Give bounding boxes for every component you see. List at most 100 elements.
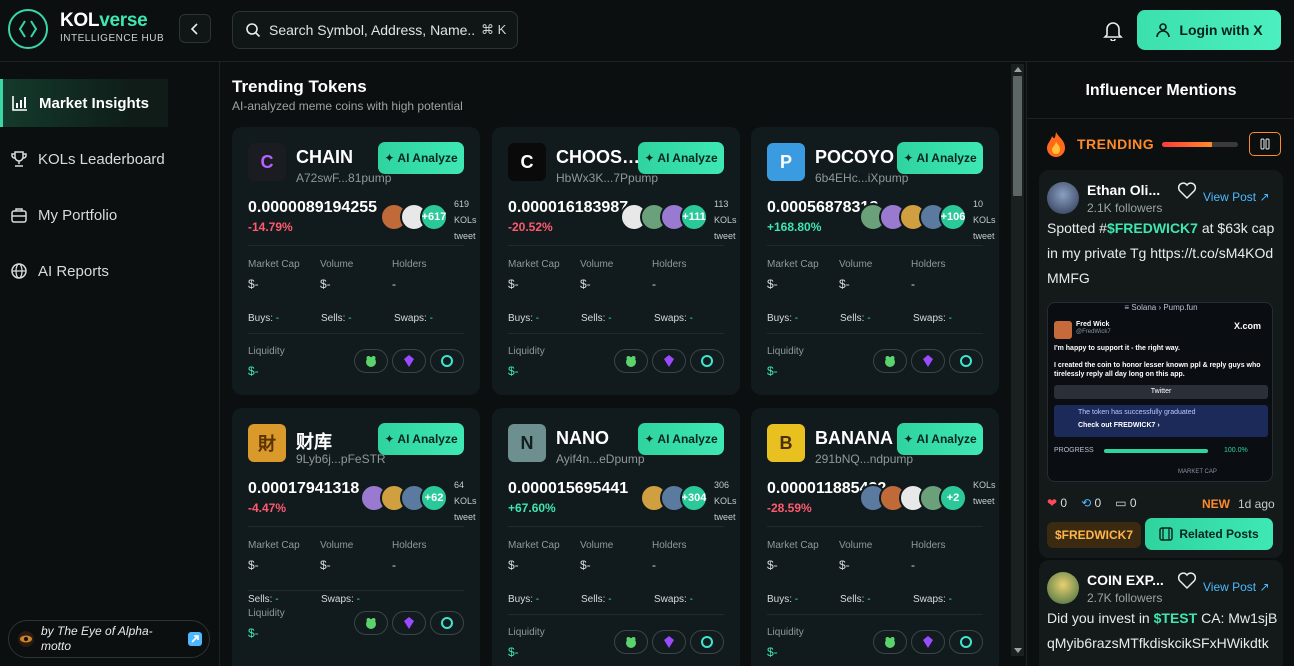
volume-value: $- bbox=[580, 558, 591, 572]
token-price: 0.000015695441 bbox=[508, 480, 629, 497]
more-kols-badge[interactable]: +111 bbox=[680, 203, 708, 231]
author-name[interactable]: COIN EXP... bbox=[1087, 572, 1177, 588]
frog-icon[interactable] bbox=[354, 349, 388, 373]
main-scrollbar[interactable] bbox=[1011, 64, 1024, 656]
frog-icon[interactable] bbox=[873, 349, 907, 373]
retweets[interactable]: ⟲ 0 bbox=[1081, 496, 1101, 510]
kol-avatars[interactable]: +2 bbox=[859, 484, 967, 512]
search-input[interactable]: Search Symbol, Address, Name... ⌘ K bbox=[232, 11, 518, 49]
token-name[interactable]: BANANA bbox=[815, 428, 901, 449]
token-card[interactable]: P POCOYO 6b4EHc...iXpump ✦ AI Analyze 0.00056… bbox=[751, 127, 999, 395]
q-logo-icon[interactable] bbox=[949, 630, 983, 654]
scroll-up-arrow-icon[interactable] bbox=[1014, 67, 1022, 72]
scroll-down-arrow-icon[interactable] bbox=[1014, 648, 1022, 653]
liquidity-value: $- bbox=[767, 364, 778, 378]
view-post-link[interactable]: View Post ↗ bbox=[1203, 190, 1270, 204]
heart-icon[interactable] bbox=[1177, 572, 1197, 595]
kol-avatars[interactable]: +106 bbox=[859, 203, 967, 231]
gem-icon[interactable] bbox=[652, 349, 686, 373]
frog-icon[interactable] bbox=[614, 349, 648, 373]
sidebar-item-my-portfolio[interactable]: My Portfolio bbox=[0, 191, 220, 239]
card-divider bbox=[767, 245, 983, 246]
avatar[interactable] bbox=[1047, 182, 1079, 214]
bell-icon[interactable] bbox=[1102, 19, 1124, 46]
token-card[interactable]: C CHOOSE... HbWx3K...7Ppump ✦ AI Analyze 0.00… bbox=[492, 127, 740, 395]
view-post-link[interactable]: View Post ↗ bbox=[1203, 580, 1270, 594]
sidebar-item-ai-reports[interactable]: AI Reports bbox=[0, 247, 220, 295]
gem-icon[interactable] bbox=[392, 349, 426, 373]
volume-label: Volume bbox=[839, 259, 873, 270]
collapse-sidebar-button[interactable] bbox=[179, 14, 211, 43]
avatar[interactable] bbox=[1047, 572, 1079, 604]
login-button[interactable]: Login with X bbox=[1137, 10, 1281, 50]
kol-avatars[interactable]: +617 bbox=[380, 203, 448, 231]
frog-icon[interactable] bbox=[354, 611, 388, 635]
token-name[interactable]: 财库 bbox=[296, 428, 382, 454]
search-shortcut: ⌘ K bbox=[481, 22, 507, 37]
price-change: -4.47% bbox=[248, 501, 287, 515]
ai-analyze-button[interactable]: ✦ AI Analyze bbox=[638, 423, 724, 455]
gem-icon[interactable] bbox=[911, 349, 945, 373]
more-kols-badge[interactable]: +62 bbox=[420, 484, 448, 512]
image-progress-bar bbox=[1104, 449, 1208, 453]
gem-icon[interactable] bbox=[652, 630, 686, 654]
more-kols-badge[interactable]: +106 bbox=[939, 203, 967, 231]
kol-avatars[interactable]: +111 bbox=[620, 203, 708, 231]
ai-analyze-button[interactable]: ✦ AI Analyze bbox=[897, 423, 983, 455]
sidebar-item-kols-leaderboard[interactable]: KOLs Leaderboard bbox=[0, 135, 220, 183]
token-name[interactable]: CHAIN bbox=[296, 147, 382, 168]
gem-icon[interactable] bbox=[392, 611, 426, 635]
replies[interactable]: ▭ 0 bbox=[1115, 496, 1136, 510]
more-kols-badge[interactable]: +617 bbox=[420, 203, 448, 231]
token-address[interactable]: Ayif4n...eDpump bbox=[556, 452, 645, 466]
frog-icon[interactable] bbox=[873, 630, 907, 654]
ai-analyze-button[interactable]: ✦ AI Analyze bbox=[897, 142, 983, 174]
sparkle-icon: ✦ bbox=[644, 151, 655, 165]
token-tag[interactable]: $FREDWICK7 bbox=[1047, 522, 1142, 548]
brand-name: KOLverse bbox=[60, 10, 148, 31]
pause-button[interactable] bbox=[1249, 132, 1281, 156]
token-address[interactable]: 9Lyb6j...pFeSTR bbox=[296, 452, 386, 466]
related-posts-button[interactable]: Related Posts bbox=[1145, 518, 1273, 550]
frog-icon[interactable] bbox=[614, 630, 648, 654]
post-image[interactable]: ≡ Solana › Pump.fun Fred Wick @FredWick7… bbox=[1047, 302, 1273, 482]
kol-avatars[interactable]: +62 bbox=[360, 484, 448, 512]
q-logo-icon[interactable] bbox=[690, 349, 724, 373]
token-card[interactable]: C CHAIN A72swF...81pump ✦ AI Analyze 0.000008… bbox=[232, 127, 480, 395]
q-logo-icon[interactable] bbox=[430, 349, 464, 373]
token-address[interactable]: A72swF...81pump bbox=[296, 171, 391, 185]
sidebar-item-market-insights[interactable]: Market Insights bbox=[0, 79, 168, 127]
heart-icon[interactable] bbox=[1177, 182, 1197, 205]
likes[interactable]: ❤ 0 bbox=[1047, 496, 1067, 510]
token-address[interactable]: 291bNQ...ndpump bbox=[815, 452, 913, 466]
token-card[interactable]: N NANO Ayif4n...eDpump ✦ AI Analyze 0.0000156… bbox=[492, 408, 740, 666]
more-kols-badge[interactable]: +304 bbox=[680, 484, 708, 512]
token-card[interactable]: 財财库 9Lyb6j...pFeSTR ✦ AI Analyze 0.000179413… bbox=[232, 408, 480, 666]
q-logo-icon[interactable] bbox=[430, 611, 464, 635]
q-logo-icon[interactable] bbox=[690, 630, 724, 654]
ai-analyze-button[interactable]: ✦ AI Analyze bbox=[378, 423, 464, 455]
token-name[interactable]: CHOOSE... bbox=[556, 147, 642, 168]
kol-count: 10 KOLs tweet bbox=[973, 199, 996, 241]
author-name[interactable]: Ethan Oli... bbox=[1087, 182, 1177, 198]
gem-icon[interactable] bbox=[911, 630, 945, 654]
token-address[interactable]: 6b4EHc...iXpump bbox=[815, 171, 908, 185]
ai-analyze-button[interactable]: ✦ AI Analyze bbox=[378, 142, 464, 174]
more-kols-badge[interactable]: +2 bbox=[939, 484, 967, 512]
token-link[interactable]: $TEST bbox=[1154, 610, 1198, 626]
ai-analyze-button[interactable]: ✦ AI Analyze bbox=[638, 142, 724, 174]
trending-level-fill bbox=[1162, 141, 1212, 147]
sells-stat: Sells: - bbox=[840, 313, 871, 324]
credit-badge[interactable]: by The Eye of Alpha-motto bbox=[8, 620, 210, 658]
kol-avatars[interactable]: +304 bbox=[640, 484, 708, 512]
scrollbar-thumb[interactable] bbox=[1013, 76, 1022, 196]
sidebar-item-label: KOLs Leaderboard bbox=[38, 150, 165, 168]
logo-icon[interactable] bbox=[8, 9, 48, 49]
trending-level-bar bbox=[1162, 141, 1239, 147]
sells-stat: Sells: - bbox=[321, 313, 352, 324]
token-link[interactable]: $FREDWICK7 bbox=[1107, 220, 1198, 236]
token-name[interactable]: POCOYO bbox=[815, 147, 901, 168]
q-logo-icon[interactable] bbox=[949, 349, 983, 373]
token-card[interactable]: B BANANA 291bNQ...ndpump ✦ AI Analyze 0.00001… bbox=[751, 408, 999, 666]
token-name[interactable]: NANO bbox=[556, 428, 642, 449]
